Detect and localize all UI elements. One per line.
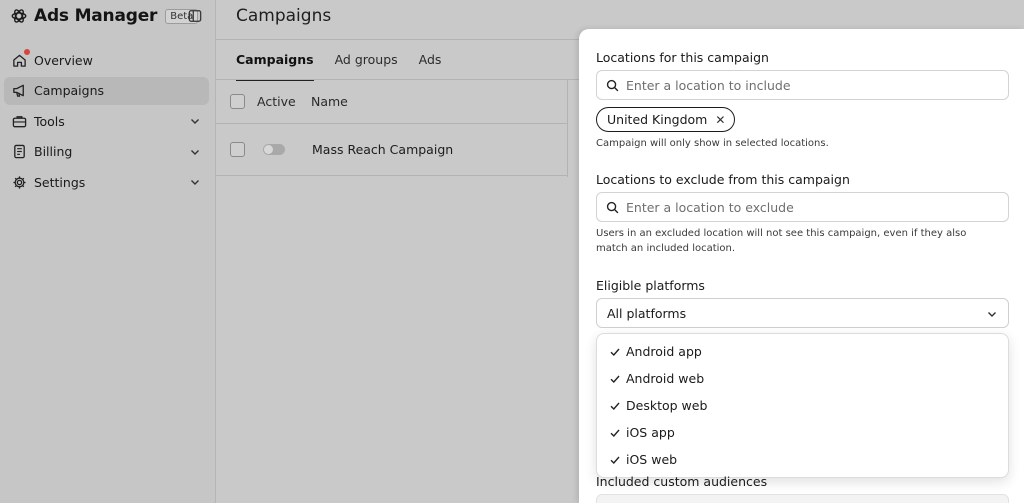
tab-campaigns[interactable]: Campaigns [236, 52, 314, 81]
column-header-name: Name [311, 94, 348, 109]
include-help-text: Campaign will only show in selected loca… [596, 138, 829, 149]
select-all-checkbox[interactable] [230, 94, 245, 109]
tabs: Campaigns Ad groups Ads [236, 52, 462, 81]
megaphone-icon [13, 84, 24, 97]
location-chip-label: United Kingdom [607, 112, 708, 127]
app-title: Ads Manager [34, 6, 158, 26]
briefcase-icon [12, 115, 27, 127]
notification-dot [24, 49, 30, 55]
platform-option-ios-web[interactable]: iOS web [597, 446, 1008, 473]
exclude-location-placeholder: Enter a location to exclude [626, 199, 794, 215]
platform-option-label: iOS web [626, 452, 678, 467]
include-location-input[interactable]: Enter a location to include [596, 70, 1009, 100]
platform-option-label: Android app [626, 344, 702, 359]
sidebar-item-label: Campaigns [34, 83, 105, 98]
check-icon [610, 375, 620, 383]
campaign-settings-panel: Locations for this campaign Enter a loca… [579, 29, 1024, 503]
check-icon [610, 429, 620, 437]
platforms-selected-value: All platforms [607, 305, 687, 321]
sidebar-item-overview[interactable]: Overview [4, 46, 209, 74]
sidebar: Ads Manager Beta Overview Campaigns Tool… [0, 0, 216, 503]
platform-option-desktop-web[interactable]: Desktop web [597, 392, 1008, 419]
tab-ads[interactable]: Ads [419, 52, 442, 81]
chevron-down-icon [191, 149, 199, 155]
chevron-down-icon [191, 119, 199, 124]
sidebar-item-label: Billing [34, 144, 73, 159]
sidebar-toggle-icon[interactable] [188, 9, 202, 23]
app-logo-icon [11, 9, 27, 23]
search-icon [606, 79, 619, 91]
platform-option-android-web[interactable]: Android web [597, 365, 1008, 392]
search-icon [606, 201, 619, 213]
row-checkbox[interactable] [230, 142, 245, 157]
platforms-select[interactable]: All platforms [596, 298, 1009, 328]
include-location-placeholder: Enter a location to include [626, 77, 791, 93]
platform-option-ios-app[interactable]: iOS app [597, 419, 1008, 446]
check-icon [610, 402, 620, 410]
receipt-icon [14, 144, 25, 159]
sidebar-item-label: Tools [34, 113, 65, 129]
included-audiences-input[interactable] [596, 494, 1009, 503]
location-chip[interactable]: United Kingdom ✕ [596, 107, 736, 132]
brand: Ads Manager Beta [0, 0, 215, 32]
chevron-down-icon [191, 180, 199, 185]
check-icon [610, 348, 620, 356]
home-icon [13, 54, 26, 67]
platform-option-label: Android web [626, 371, 705, 386]
column-header-active: Active [257, 94, 296, 109]
campaigns-table: Active Name Mass Reach Campaign [216, 80, 568, 176]
sidebar-item-campaigns[interactable]: Campaigns [4, 76, 209, 105]
table-header: Active Name [216, 80, 568, 124]
platform-option-android-app[interactable]: Android app [597, 338, 1008, 365]
sidebar-item-billing[interactable]: Billing [4, 138, 209, 166]
column-divider [567, 80, 568, 177]
platform-option-label: iOS app [626, 425, 675, 440]
sidebar-item-label: Settings [34, 174, 86, 190]
include-locations-label: Locations for this campaign [596, 50, 769, 65]
platform-option-label: Desktop web [626, 398, 708, 413]
platforms-dropdown: Android app Android web Desktop web iOS … [596, 333, 1009, 478]
sidebar-item-label: Overview [34, 52, 93, 68]
eligible-platforms-label: Eligible platforms [596, 278, 705, 293]
exclude-help-text: Users in an excluded location will not s… [596, 228, 967, 254]
exclude-locations-label: Locations to exclude from this campaign [596, 172, 850, 187]
chevron-down-icon [988, 312, 996, 317]
campaign-name[interactable]: Mass Reach Campaign [312, 142, 453, 157]
check-icon [610, 456, 620, 464]
tab-ad-groups[interactable]: Ad groups [335, 52, 398, 81]
sidebar-nav: Overview Campaigns Tools Billing Setting… [0, 46, 215, 196]
sidebar-item-tools[interactable]: Tools [4, 107, 209, 135]
remove-chip-icon[interactable]: ✕ [715, 113, 725, 127]
page-title: Campaigns [236, 6, 332, 26]
sidebar-item-settings[interactable]: Settings [4, 168, 209, 196]
active-toggle[interactable] [263, 144, 285, 155]
exclude-location-input[interactable]: Enter a location to exclude [596, 192, 1009, 222]
gear-icon [13, 175, 26, 189]
included-audiences-label: Included custom audiences [596, 474, 768, 489]
table-row[interactable]: Mass Reach Campaign [216, 124, 568, 176]
